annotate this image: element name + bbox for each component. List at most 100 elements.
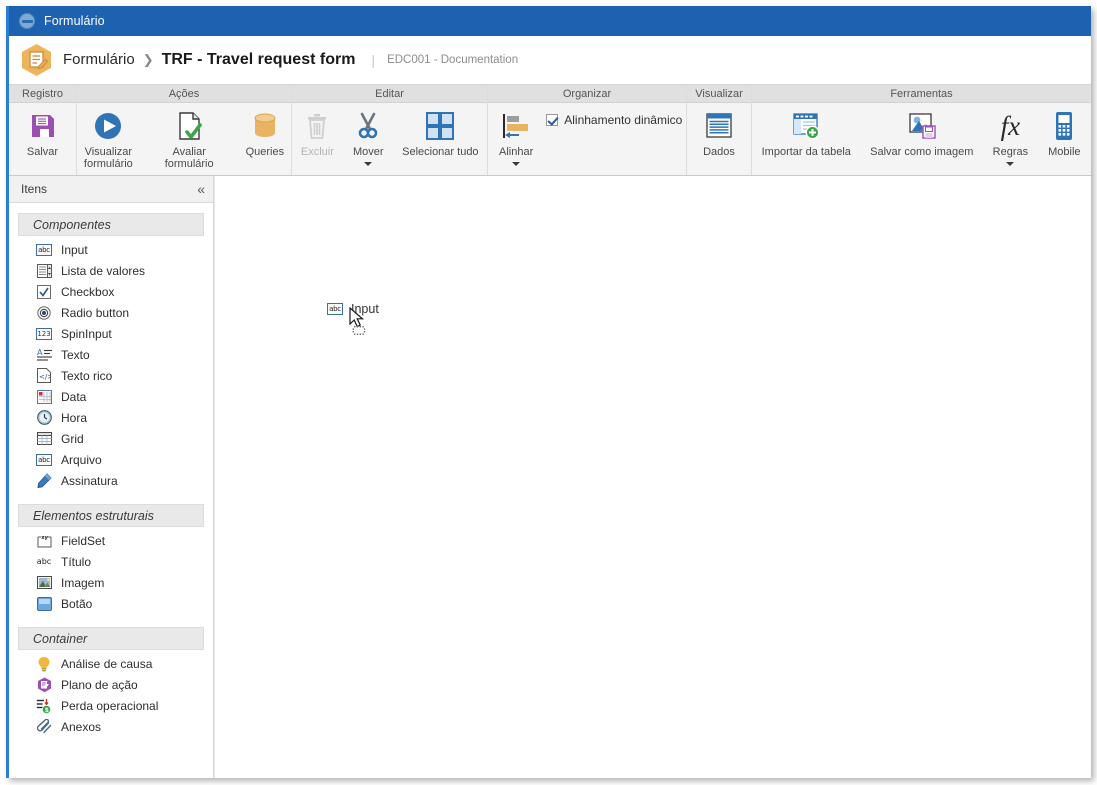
select-all-button[interactable]: Selecionar tudo [395,109,485,158]
sidebar-item-checkbox[interactable]: Checkbox [18,281,204,302]
sidebar-item-analise-de-causa[interactable]: Análise de causa [18,653,204,674]
rules-button[interactable]: fx Regras [986,109,1035,166]
scissors-icon [355,109,381,143]
checkbox-label: Alinhamento dinâmico [564,113,683,127]
evaluate-form-button[interactable]: Avaliar formulário [140,109,239,170]
operational-loss-icon: $ [36,698,52,714]
ribbon-group-visualizar: Visualizar Dados [687,85,752,175]
select-all-grid-icon [424,109,456,143]
checkbox-checked-icon[interactable] [546,114,559,126]
canvas-field-input[interactable]: abc Input [327,302,379,316]
clock-time-icon [36,410,52,426]
pencil-signature-icon [36,473,52,489]
sidebar-item-input[interactable]: abc Input [18,239,204,260]
ribbon-group-acoes: Ações Visualizar formulário Avaliar form… [77,85,292,175]
checkbox-icon [36,284,52,300]
sidebar-item-radio-button[interactable]: Radio button [18,302,204,323]
rich-text-icon: </> [36,368,52,384]
sidebar-item-label: Perda operacional [61,698,159,713]
grid-table-icon [36,431,52,447]
sidebar-item-texto[interactable]: A Texto [18,344,204,365]
table-import-icon [790,109,822,143]
delete-button[interactable]: Excluir [293,109,341,158]
ribbon-group-ferramentas: Ferramentas Importar da tabela Salvar co… [752,85,1091,175]
globe-icon [19,13,35,29]
action-plan-hexagon-icon [36,677,52,693]
svg-text:xy: xy [41,535,48,541]
sidebar-item-perda-operacional[interactable]: $ Perda operacional [18,695,204,716]
ribbon-item-label: Importar da tabela [761,146,851,158]
sidebar-item-botao[interactable]: Botão [18,593,204,614]
abc-file-icon: abc [36,452,52,468]
mobile-phone-icon [1052,109,1076,143]
sidebar-item-label: Data [61,389,87,404]
sidebar-item-label: Botão [61,596,93,611]
ribbon-item-label: Alinhar [499,146,534,158]
ribbon-item-label: Visualizar formulário [83,146,133,170]
sidebar-item-fieldset[interactable]: xy FieldSet [18,530,204,551]
ribbon-toolbar: Registro Salvar Ações Visualizar formulá… [9,84,1091,176]
canvas-field-label: Input [351,302,379,316]
text-paragraph-icon: A [36,347,52,363]
svg-text:$: $ [45,707,49,714]
sidebar-item-arquivo[interactable]: abc Arquivo [18,449,204,470]
sidebar-item-label: Hora [61,410,88,425]
sidebar-item-label: Grid [61,431,84,446]
ribbon-group-title: Editar [292,85,487,103]
sidebar-item-label: Lista de valores [61,263,146,278]
ribbon-item-label: Dados [703,146,735,158]
sidebar-item-label: Checkbox [61,284,115,299]
abc-title-icon: abc [36,557,52,566]
lightbulb-icon [36,656,52,672]
save-as-image-button[interactable]: Salvar como imagem [863,109,980,158]
sidebar-item-titulo[interactable]: abc Título [18,551,204,572]
radio-button-icon [36,305,52,321]
list-values-icon [36,263,52,279]
chevron-down-icon[interactable] [364,162,373,166]
align-left-icon [499,109,533,143]
preview-form-button[interactable]: Visualizar formulário [77,109,140,170]
breadcrumb-divider: | [371,51,376,68]
sidebar-item-label: Imagem [61,575,105,590]
sidebar-item-assinatura[interactable]: Assinatura [18,470,204,491]
import-from-table-button[interactable]: Importar da tabela [755,109,858,158]
items-sidebar: Itens « Componentes abc Input Lista de v… [9,176,214,778]
chevron-down-icon[interactable] [512,162,521,166]
breadcrumb-root[interactable]: Formulário [63,51,135,68]
save-floppy-icon [28,109,58,143]
move-button[interactable]: Mover [344,109,392,166]
sidebar-item-grid[interactable]: Grid [18,428,204,449]
data-button[interactable]: Dados [695,109,743,158]
svg-text:</>: </> [39,373,51,381]
ribbon-item-label: Regras [992,146,1029,158]
sidebar-item-imagem[interactable]: Imagem [18,572,204,593]
form-canvas-area[interactable]: abc Input [214,176,1091,778]
mobile-button[interactable]: Mobile [1040,109,1088,158]
ribbon-item-label: Mover [352,146,384,158]
collapse-panel-icon[interactable]: « [197,182,205,196]
queries-button[interactable]: Queries [239,109,291,158]
form-canvas[interactable]: abc Input [215,176,1091,778]
sidebar-item-data[interactable]: Data [18,386,204,407]
document-check-icon [174,109,204,143]
sidebar-item-spininput[interactable]: 123 SpinInput [18,323,204,344]
sidebar-item-anexos[interactable]: Anexos [18,716,204,737]
sidebar-item-texto-rico[interactable]: </> Texto rico [18,365,204,386]
image-save-icon [906,109,938,143]
chevron-down-icon[interactable] [1006,162,1015,166]
trash-icon [304,109,330,143]
align-button[interactable]: Alinhar [492,109,540,166]
ribbon-group-editar: Editar Excluir Mover Selecionar tudo [292,85,488,175]
sidebar-item-label: Plano de ação [61,677,138,692]
sidebar-item-label: Assinatura [61,473,118,488]
sidebar-item-lista-de-valores[interactable]: Lista de valores [18,260,204,281]
section-header-componentes: Componentes [18,213,204,236]
sidebar-item-hora[interactable]: Hora [18,407,204,428]
sidebar-item-label: Texto [61,347,90,362]
sidebar-item-plano-de-acao[interactable]: Plano de ação [18,674,204,695]
abc-input-icon: abc [327,303,343,315]
ribbon-item-label: Salvar como imagem [870,146,974,158]
dynamic-alignment-checkbox[interactable]: Alinhamento dinâmico [540,109,682,127]
ribbon-item-label: Queries [245,146,285,158]
save-button[interactable]: Salvar [19,109,67,158]
